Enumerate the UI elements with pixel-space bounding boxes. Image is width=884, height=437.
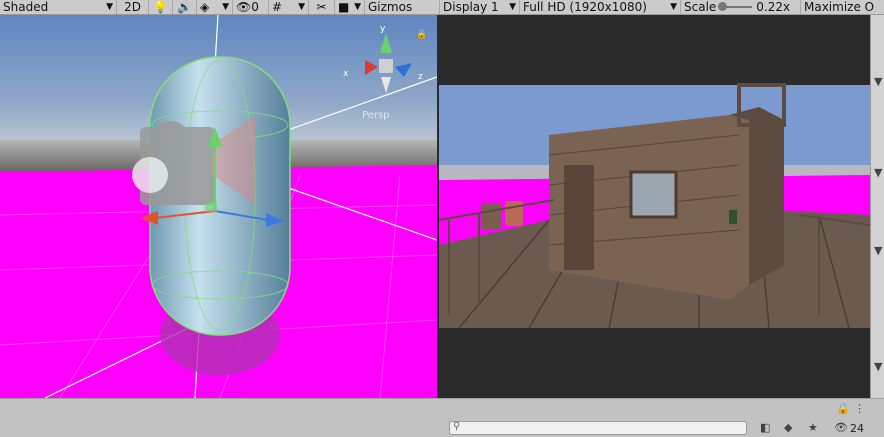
camera-dropdown[interactable]: ■ ▼ — [335, 0, 365, 14]
axis-y-label: y — [380, 24, 386, 34]
chevron-down-icon: ▼ — [509, 2, 516, 12]
lighting-toggle[interactable]: 💡 — [149, 0, 173, 14]
chevron-down-icon[interactable]: ▼ — [874, 166, 882, 179]
maximize-label: Maximize O — [804, 0, 875, 14]
shading-mode-dropdown[interactable]: Shaded ▼ — [0, 0, 117, 14]
resolution-dropdown[interactable]: Full HD (1920x1080) ▼ — [520, 0, 681, 14]
chevron-down-icon: ▼ — [106, 2, 113, 12]
grid-snap-dropdown[interactable]: # ▼ — [269, 0, 309, 14]
chevron-down-icon: ▼ — [298, 2, 305, 12]
chevron-down-icon[interactable]: ▼ — [874, 244, 882, 257]
search-icon: ⚲ — [453, 421, 461, 432]
axis-z-label: z — [418, 72, 423, 82]
camera-icon: ■ — [338, 0, 350, 14]
more-options-icon[interactable]: ⋮ — [854, 402, 865, 415]
mode-2d-label: 2D — [124, 0, 141, 14]
maximize-on-play-toggle[interactable]: Maximize O — [801, 0, 880, 14]
layers-icon: ◈ — [200, 0, 210, 14]
hidden-count: 0 — [251, 0, 259, 14]
barrel-1 — [481, 203, 501, 230]
scale-value: 0.22x — [756, 0, 791, 14]
scene-view[interactable]: y x z 🔒 Persp — [0, 15, 437, 398]
tools-icon: ✂ — [316, 0, 327, 14]
grid-snap-icon: # — [272, 0, 283, 14]
effects-dropdown[interactable]: ◈ ▼ — [197, 0, 233, 14]
lock-icon[interactable]: 🔒 — [836, 402, 850, 415]
hidden-objects-toggle[interactable]: 👁 0 — [233, 0, 269, 14]
tools-button[interactable]: ✂ — [309, 0, 335, 14]
speaker-icon: 🔊 — [177, 0, 192, 14]
scene-viewport: y x z 🔒 Persp — [0, 15, 437, 398]
eye-slash-icon: 👁 — [236, 0, 252, 14]
camera-gizmo-icon[interactable] — [132, 115, 255, 205]
chevron-down-icon: ▼ — [670, 2, 677, 12]
hidden-layers-count: 24 — [850, 422, 864, 435]
gizmos-dropdown[interactable]: Gizmos — [365, 0, 440, 14]
project-search-input[interactable]: ⚲ — [449, 421, 747, 435]
label-tag-icon[interactable]: ◆ — [784, 421, 792, 434]
toggle-2d-button[interactable]: 2D — [117, 0, 149, 14]
resolution-label: Full HD (1920x1080) — [523, 0, 647, 14]
display-label: Display 1 — [443, 0, 499, 14]
scale-slider[interactable] — [718, 2, 753, 11]
scale-label: Scale — [684, 0, 717, 14]
inspector-edge-strip: ▼ ▼ ▼ ▼ — [870, 15, 884, 398]
shading-mode-label: Shaded — [3, 0, 49, 14]
display-dropdown[interactable]: Display 1 ▼ — [440, 0, 520, 14]
lightbulb-icon: 💡 — [153, 0, 168, 14]
gizmos-label: Gizmos — [368, 0, 413, 14]
game-view[interactable] — [439, 15, 870, 398]
lock-icon[interactable]: 🔒 — [416, 29, 427, 40]
projection-label[interactable]: Persp — [362, 110, 390, 121]
eye-slash-icon[interactable]: 👁 — [834, 421, 848, 434]
chevron-down-icon[interactable]: ▼ — [874, 360, 882, 373]
chevron-down-icon: ▼ — [222, 2, 229, 12]
axis-x-label: x — [343, 69, 349, 79]
barrel-2 — [505, 201, 523, 226]
scale-slider-thumb[interactable] — [718, 2, 728, 11]
scene-game-toolbar: Shaded ▼ 2D 💡 🔊 ◈ ▼ 👁 0 # ▼ ✂ ■ ▼ Gizmos… — [0, 0, 884, 15]
filter-by-type-icon[interactable]: ◧ — [760, 421, 770, 434]
bottom-panel-bar: 🔒 ⋮ ◧ ◆ ★ 👁 24 — [0, 398, 884, 437]
chevron-down-icon[interactable]: ▼ — [874, 75, 882, 88]
scale-control: Scale 0.22x — [681, 0, 801, 14]
game-viewport — [439, 15, 870, 398]
audio-toggle[interactable]: 🔊 — [173, 0, 197, 14]
chevron-down-icon: ▼ — [354, 2, 361, 12]
favorite-star-icon[interactable]: ★ — [808, 421, 818, 434]
